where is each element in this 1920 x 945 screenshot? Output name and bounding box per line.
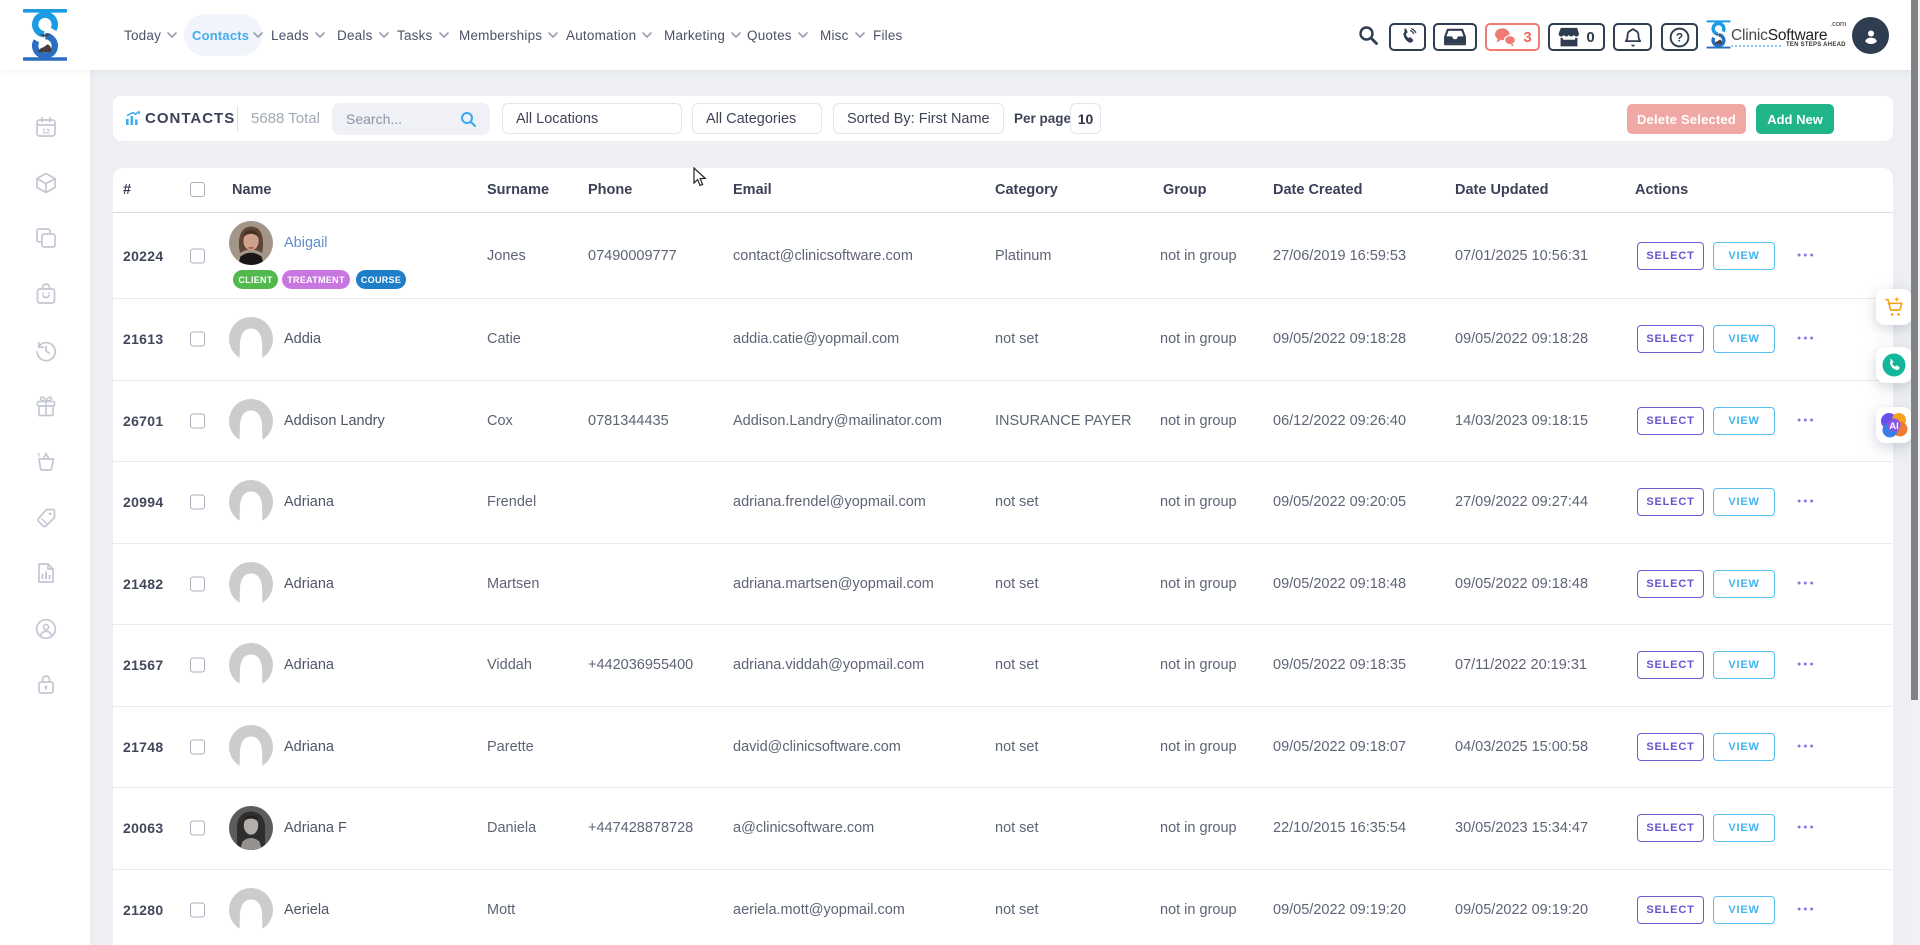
svg-text:?: ? [1676,30,1683,44]
svg-text:12: 12 [42,129,50,136]
svg-text:AI: AI [1889,421,1899,432]
